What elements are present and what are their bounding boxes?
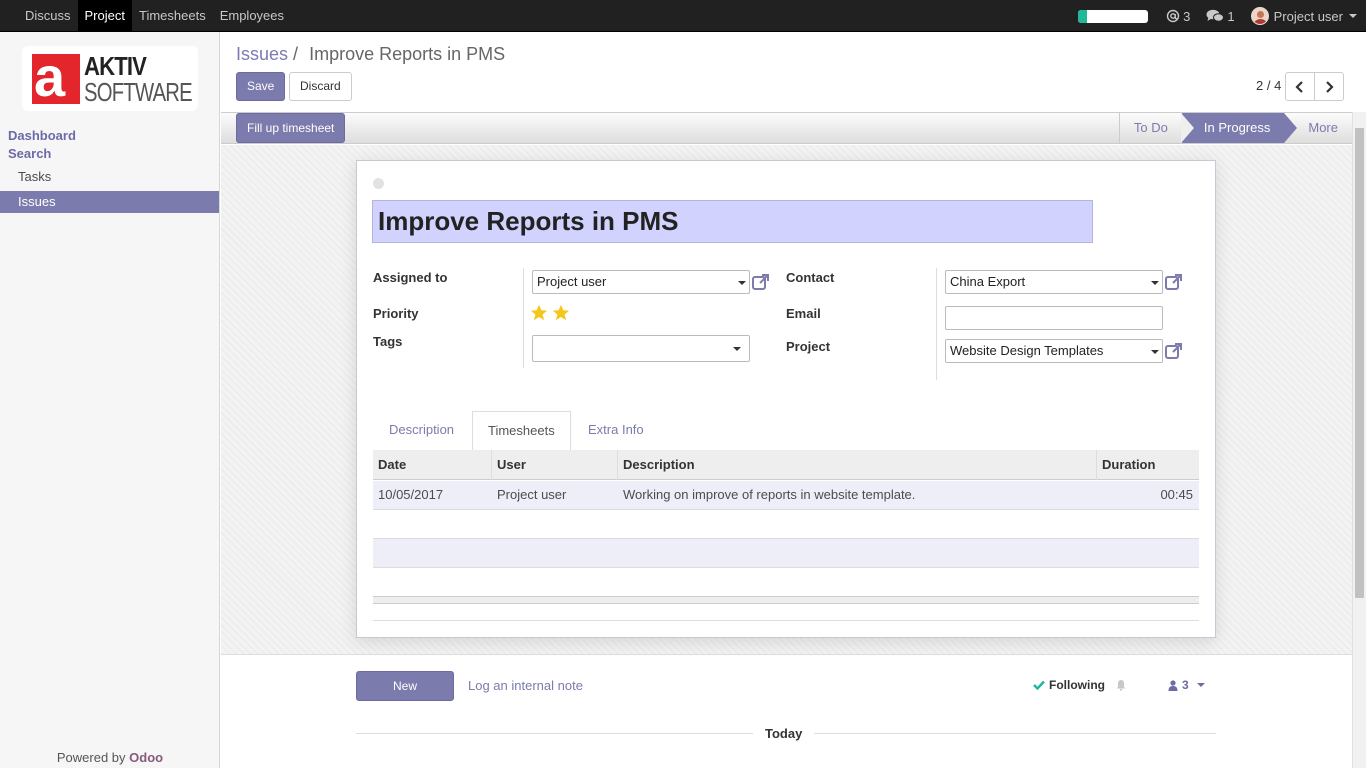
cell-user: Project user <box>497 487 567 502</box>
table-row[interactable]: 10/05/2017 Project user Working on impro… <box>373 481 1199 510</box>
menu-employees[interactable]: Employees <box>213 0 291 31</box>
menu-timesheets[interactable]: Timesheets <box>132 0 213 31</box>
column-description[interactable]: Description <box>618 450 1097 480</box>
sidebar-section-dashboard[interactable]: Dashboard <box>8 128 76 143</box>
breadcrumb: Issues / Improve Reports in PMS <box>236 44 505 65</box>
tab-description[interactable]: Description <box>374 411 469 451</box>
external-link-icon[interactable] <box>1164 341 1184 361</box>
menu-project[interactable]: Project <box>77 0 132 31</box>
project-select[interactable]: Website Design Templates <box>945 339 1163 363</box>
column-duration[interactable]: Duration <box>1097 450 1199 480</box>
discard-button[interactable]: Discard <box>289 72 352 101</box>
table-empty-row <box>373 538 1199 568</box>
issue-title-input[interactable]: Improve Reports in PMS <box>372 200 1093 243</box>
tags-label: Tags <box>373 334 403 349</box>
user-avatar <box>1250 7 1269 25</box>
column-date[interactable]: Date <box>373 450 492 480</box>
tags-select[interactable] <box>532 335 750 362</box>
comments-icon <box>1206 9 1225 22</box>
bell-icon[interactable] <box>1115 679 1127 691</box>
today-label: Today <box>753 726 815 741</box>
tab-timesheets[interactable]: Timesheets <box>472 411 571 452</box>
menu-discuss[interactable]: Discuss <box>18 0 78 31</box>
notebook-tabs: Description Timesheets Extra Info <box>373 411 1199 452</box>
external-link-icon[interactable] <box>751 272 771 292</box>
chevron-down-icon <box>1196 683 1205 687</box>
column-user[interactable]: User <box>492 450 618 480</box>
cell-duration: 00:45 <box>1160 487 1193 502</box>
company-logo[interactable]: a AKTIV SOFTWARE <box>22 46 198 111</box>
logo-text-bottom: SOFTWARE <box>84 77 193 107</box>
onboarding-progress-bar[interactable] <box>1078 9 1149 23</box>
cell-description: Working on improve of reports in website… <box>623 487 916 502</box>
sidebar-section-search[interactable]: Search <box>8 146 51 161</box>
following-button[interactable]: Following <box>1033 678 1127 692</box>
pager-next-button[interactable] <box>1314 72 1344 101</box>
priority-star-1-icon[interactable] <box>530 304 548 322</box>
breadcrumb-separator: / <box>293 44 299 64</box>
email-label: Email <box>786 306 821 321</box>
chevron-down-icon <box>1349 14 1357 18</box>
tab-extra-info[interactable]: Extra Info <box>573 411 659 451</box>
email-field[interactable] <box>945 306 1163 330</box>
app-menu: Discuss Project Timesheets Employees <box>18 0 291 32</box>
mentions-button[interactable]: 3 <box>1166 9 1190 24</box>
sidebar-item-tasks[interactable]: Tasks <box>0 166 219 188</box>
chevron-right-icon <box>1326 80 1334 93</box>
project-label: Project <box>786 339 831 354</box>
breadcrumb-issues[interactable]: Issues <box>236 44 288 64</box>
dropdown-arrow-icon <box>738 281 746 285</box>
fill-timesheet-button[interactable]: Fill up timesheet <box>236 113 346 143</box>
scrollbar-thumb[interactable] <box>1355 128 1364 598</box>
stage-todo[interactable]: To Do <box>1118 113 1182 143</box>
log-note-link[interactable]: Log an internal note <box>468 678 583 693</box>
table-header: Date User Description Duration <box>373 450 1199 480</box>
at-icon <box>1166 9 1180 23</box>
contact-label: Contact <box>786 270 835 285</box>
progress-fill <box>1078 9 1087 23</box>
stage-in-progress[interactable]: In Progress <box>1180 113 1298 143</box>
pager-previous-button[interactable] <box>1285 72 1315 101</box>
priority-star-2-icon[interactable] <box>552 304 570 322</box>
user-menu[interactable]: Project user <box>1250 7 1357 25</box>
breadcrumb-current: Improve Reports in PMS <box>309 44 506 64</box>
sidebar-item-issues[interactable]: Issues <box>0 191 219 213</box>
dropdown-arrow-icon <box>733 347 741 351</box>
pager-value[interactable]: 2 / 4 <box>1256 78 1281 93</box>
external-link-icon[interactable] <box>1164 272 1184 292</box>
cell-date: 10/05/2017 <box>378 487 444 502</box>
dropdown-arrow-icon <box>1151 281 1159 285</box>
kanban-state-icon[interactable] <box>373 178 384 189</box>
vertical-scrollbar[interactable] <box>1352 112 1366 768</box>
sidebar: a AKTIV SOFTWARE Dashboard Search Tasks … <box>0 32 220 768</box>
stage-bar: To Do In Progress More <box>1118 113 1352 143</box>
followers-dropdown[interactable]: 3 <box>1168 678 1205 692</box>
odoo-link[interactable]: Odoo <box>129 750 163 765</box>
assigned-to-select[interactable]: Project user <box>532 270 750 294</box>
messages-button[interactable]: 1 <box>1206 8 1235 24</box>
assigned-to-label: Assigned to <box>373 270 448 285</box>
chevron-left-icon <box>1295 80 1303 93</box>
contact-select[interactable]: China Export <box>945 270 1163 294</box>
check-icon <box>1033 680 1045 690</box>
new-message-button[interactable]: New message <box>356 671 454 721</box>
logo-text-top: AKTIV <box>84 51 147 81</box>
dropdown-arrow-icon <box>1151 350 1159 354</box>
top-navbar: Discuss Project Timesheets Employees 3 1… <box>0 0 1366 32</box>
priority-label: Priority <box>373 306 419 321</box>
powered-by: Powered by Odoo <box>56 750 164 765</box>
user-name: Project user <box>1273 8 1343 24</box>
user-icon <box>1168 679 1178 691</box>
table-footer <box>373 596 1199 604</box>
messages-count: 1 <box>1227 8 1235 24</box>
mentions-count: 3 <box>1183 8 1191 24</box>
followers-count: 3 <box>1182 678 1189 692</box>
save-button[interactable]: Save <box>236 72 286 101</box>
status-bar: Fill up timesheet To Do In Progress More <box>221 112 1352 144</box>
